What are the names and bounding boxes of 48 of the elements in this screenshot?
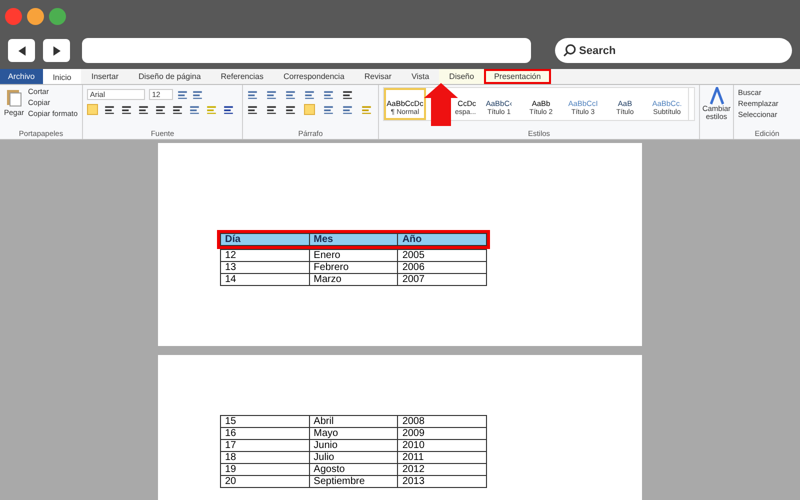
ribbon-tab[interactable]: Presentación [484, 69, 551, 84]
minimize-icon[interactable] [27, 8, 44, 24]
table-cell: Mayo [309, 428, 398, 440]
table-header-cell: Día [220, 234, 310, 246]
ribbon-tab[interactable]: Referencias [210, 69, 274, 84]
table-cell: Junio [309, 440, 398, 452]
table-header-cell: Año [398, 234, 486, 246]
ribbon-tab[interactable]: Revisar [354, 69, 402, 84]
table-cell: 15 [220, 416, 310, 428]
table-cell: 17 [220, 440, 310, 452]
right-arrow-icon [50, 44, 62, 56]
ribbon-tab[interactable]: Insertar [81, 69, 128, 84]
table-cell: 2011 [398, 452, 486, 464]
table-cell: 14 [220, 274, 310, 286]
table-cell: 2009 [398, 428, 486, 440]
table-cell: 13 [220, 262, 310, 274]
table-cell: 2008 [398, 416, 486, 428]
ribbon-tab[interactable]: Vista [402, 69, 440, 84]
search-field[interactable]: Search [555, 38, 792, 64]
ribbon-tab[interactable]: Inicio [42, 69, 82, 84]
table-cell: Agosto [309, 464, 398, 476]
ribbon-tab[interactable]: Diseño [439, 69, 484, 84]
table-cell: 19 [220, 464, 310, 476]
table-cell: Marzo [309, 274, 398, 286]
table-cell: Enero [309, 250, 398, 262]
table-cell: Septiembre [309, 476, 398, 488]
table-cell: Abril [309, 416, 398, 428]
address-field[interactable] [82, 38, 531, 63]
table-cell: 12 [220, 250, 310, 262]
table-cell: 2013 [398, 476, 486, 488]
table-cell: Julio [309, 452, 398, 464]
forward-button[interactable] [43, 39, 70, 62]
back-button[interactable] [8, 39, 35, 62]
table-cell: Febrero [309, 262, 398, 274]
search-icon [563, 44, 576, 57]
table-cell: 2005 [398, 250, 486, 262]
table-header-cell: Mes [309, 234, 398, 246]
table-cell: 18 [220, 452, 310, 464]
maximize-icon[interactable] [49, 8, 66, 24]
table-cell: 16 [220, 428, 310, 440]
table-cell: 2006 [398, 262, 486, 274]
table-cell: 2012 [398, 464, 486, 476]
ribbon-tab[interactable]: Correspondencia [273, 69, 354, 84]
ribbon-tab[interactable]: Diseño de página [128, 69, 211, 84]
table-cell: 20 [220, 476, 310, 488]
ribbon-tab[interactable]: Archivo [0, 69, 43, 84]
table-cell: 2010 [398, 440, 486, 452]
table-cell: 2007 [398, 274, 486, 286]
